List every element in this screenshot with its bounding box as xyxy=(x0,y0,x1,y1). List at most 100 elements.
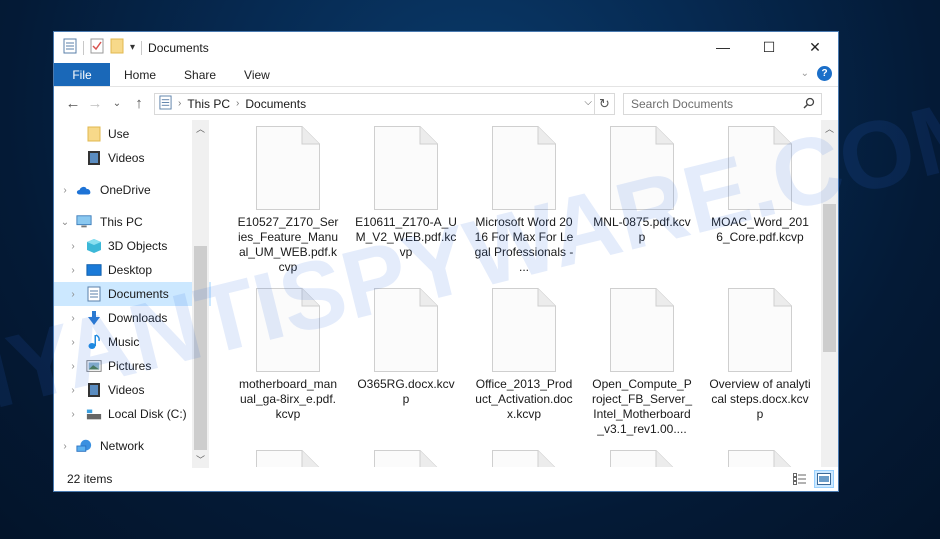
sidebar-item-label: Use xyxy=(108,127,130,141)
search-icon[interactable] xyxy=(803,97,815,112)
expand-ribbon-icon[interactable]: ⌄ xyxy=(801,68,809,79)
file-explorer-window: ▾ Documents — ☐ ✕ File Home Share View ⌄… xyxy=(53,31,839,492)
file-name: MOAC_Word_2016_Core.pdf.kcvp xyxy=(711,215,809,244)
maximize-button[interactable]: ☐ xyxy=(746,32,792,62)
details-view-button[interactable] xyxy=(790,470,810,488)
file-item[interactable] xyxy=(587,450,697,467)
file-name: E10611_Z170-A_UM_V2_WEB.pdf.kcvp xyxy=(355,215,457,259)
sidebar-item-this-pc[interactable]: ⌄ This PC xyxy=(54,210,211,234)
sidebar-item-use[interactable]: Use xyxy=(54,122,211,146)
new-folder-icon[interactable] xyxy=(110,38,124,57)
sidebar-item-local-disk-c[interactable]: › Local Disk (C:) xyxy=(54,402,211,426)
videos-icon xyxy=(86,382,102,398)
address-bar[interactable]: › This PC › Documents ⌵ xyxy=(154,92,595,115)
sidebar-item-label: Videos xyxy=(108,151,145,165)
file-item[interactable] xyxy=(351,450,461,467)
up-button[interactable]: ↑ xyxy=(128,93,150,115)
sidebar-item-documents[interactable]: › Documents xyxy=(54,282,211,306)
view-buttons xyxy=(790,470,834,488)
tab-share[interactable]: Share xyxy=(170,63,230,86)
breadcrumb-documents[interactable]: Documents xyxy=(245,97,306,111)
navigation-bar: ← → ⌄ ↑ › This PC › Documents ⌵ ↻ xyxy=(54,87,838,120)
chevron-right-icon[interactable]: › xyxy=(68,289,78,300)
navigation-pane: Use Videos › OneDrive ⌄ This PC › 3D Objects › De… xyxy=(54,120,211,468)
documents-icon xyxy=(86,286,102,302)
close-button[interactable]: ✕ xyxy=(792,32,838,62)
properties-icon[interactable] xyxy=(90,38,104,57)
ribbon-right: ⌄ ? xyxy=(801,66,832,81)
minimize-button[interactable]: — xyxy=(700,32,746,62)
desktop-icon xyxy=(86,262,102,278)
sidebar-item-pictures[interactable]: › Pictures xyxy=(54,354,211,378)
sidebar-item-videos[interactable]: › Videos xyxy=(54,378,211,402)
chevron-right-icon[interactable]: › xyxy=(68,361,78,372)
recent-locations-button[interactable]: ⌄ xyxy=(106,93,128,115)
chevron-right-icon[interactable]: › xyxy=(68,409,78,420)
item-count: 22 items xyxy=(67,472,113,486)
file-item[interactable]: Office_2013_Product_Activation.docx.kcvp xyxy=(469,288,579,422)
customize-toolbar-icon[interactable]: ▾ xyxy=(130,42,135,53)
chevron-right-icon[interactable]: › xyxy=(68,313,78,324)
sidebar-item-onedrive[interactable]: › OneDrive xyxy=(54,178,211,202)
file-item[interactable] xyxy=(469,450,579,467)
scroll-down-icon[interactable]: ﹀ xyxy=(192,451,209,468)
file-icon xyxy=(492,288,556,372)
file-item[interactable]: O365RG.docx.kcvp xyxy=(351,288,461,407)
scrollbar-thumb[interactable] xyxy=(823,204,836,352)
sidebar-item-videos[interactable]: Videos xyxy=(54,146,211,170)
file-item[interactable] xyxy=(233,450,343,467)
search-box[interactable] xyxy=(623,92,822,115)
scroll-up-icon[interactable]: ︿ xyxy=(821,120,838,137)
chevron-down-icon[interactable]: ⌵ xyxy=(584,97,592,108)
large-icons-view-icon xyxy=(817,473,831,485)
sidebar-item-downloads[interactable]: › Downloads xyxy=(54,306,211,330)
file-view: ︿ E10527_Z170_Series_Feature_Manual_UM_W… xyxy=(211,120,838,467)
sidebar-item-label: OneDrive xyxy=(100,183,151,197)
forward-button[interactable]: → xyxy=(84,93,106,115)
help-icon[interactable]: ? xyxy=(817,66,832,81)
tab-view[interactable]: View xyxy=(230,63,284,86)
sidebar-item-network[interactable]: › Network xyxy=(54,434,211,458)
documents-icon xyxy=(63,38,77,57)
chevron-right-icon[interactable]: › xyxy=(68,241,78,252)
scroll-up-icon[interactable]: ︿ xyxy=(192,120,209,137)
file-item[interactable] xyxy=(705,450,815,467)
file-item[interactable]: E10611_Z170-A_UM_V2_WEB.pdf.kcvp xyxy=(351,126,461,260)
file-item[interactable]: Overview of analytical steps.docx.kcvp xyxy=(705,288,815,422)
documents-icon xyxy=(159,95,172,113)
file-item[interactable]: Microsoft Word 2016 For Max For Legal Pr… xyxy=(469,126,579,275)
scrollbar-thumb[interactable] xyxy=(194,246,207,450)
chevron-right-icon[interactable]: › xyxy=(68,385,78,396)
chevron-right-icon[interactable]: › xyxy=(68,337,78,348)
search-input[interactable] xyxy=(631,96,791,111)
file-item[interactable]: MOAC_Word_2016_Core.pdf.kcvp xyxy=(705,126,815,245)
file-item[interactable]: E10527_Z170_Series_Feature_Manual_UM_WEB… xyxy=(233,126,343,275)
sidebar-item-music[interactable]: › Music xyxy=(54,330,211,354)
navigation-pane-scrollbar[interactable]: ︿ ﹀ xyxy=(192,120,209,468)
large-icons-view-button[interactable] xyxy=(814,470,834,488)
chevron-down-icon[interactable]: ⌄ xyxy=(60,217,70,228)
sidebar-item-label: Local Disk (C:) xyxy=(108,407,187,421)
file-view-scrollbar[interactable]: ︿ xyxy=(821,120,838,467)
sidebar-item-label: Desktop xyxy=(108,263,153,277)
sidebar-item-desktop[interactable]: › Desktop xyxy=(54,258,211,282)
chevron-right-icon[interactable]: › xyxy=(60,441,70,452)
sidebar-item-label: Downloads xyxy=(108,311,168,325)
file-item[interactable]: MNL-0875.pdf.kcvp xyxy=(587,126,697,245)
sidebar-item-3d-objects[interactable]: › 3D Objects xyxy=(54,234,211,258)
file-icon xyxy=(728,288,792,372)
chevron-right-icon[interactable]: › xyxy=(60,185,70,196)
file-item[interactable]: motherboard_manual_ga-8irx_e.pdf.kcvp xyxy=(233,288,343,422)
sidebar-item-label: Music xyxy=(108,335,140,349)
quick-access-toolbar: ▾ xyxy=(54,38,143,57)
refresh-button[interactable]: ↻ xyxy=(595,92,615,115)
sidebar-item-label: 3D Objects xyxy=(108,239,168,253)
window-title: Documents xyxy=(148,40,209,55)
file-item[interactable]: Open_Compute_Project_FB_Server_Intel_Mot… xyxy=(587,288,697,437)
chevron-right-icon[interactable]: › xyxy=(68,265,78,276)
file-name: Open_Compute_Project_FB_Server_Intel_Mot… xyxy=(591,377,693,436)
back-button[interactable]: ← xyxy=(62,93,84,115)
breadcrumb-this-pc[interactable]: This PC xyxy=(187,97,230,111)
tab-home[interactable]: Home xyxy=(110,63,170,86)
tab-file[interactable]: File xyxy=(54,63,110,86)
